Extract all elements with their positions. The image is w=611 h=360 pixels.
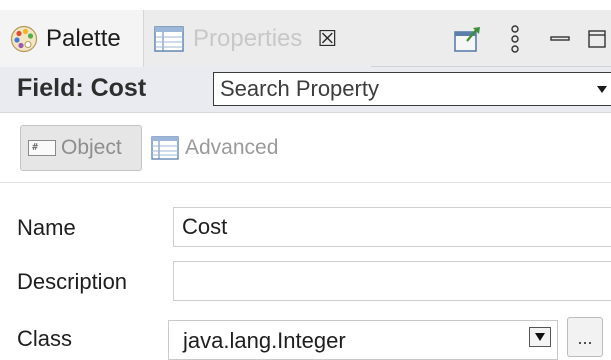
properties-icon [154,25,184,52]
tab-palette[interactable]: Palette [0,10,143,67]
search-property-input[interactable]: Search Property [213,72,611,106]
properties-header: Field: Cost Search Property [0,67,611,113]
property-form: Name Cost Description Class java.lang.In… [0,183,611,360]
tab-advanced[interactable]: Advanced [151,125,278,171]
view-toolbar [453,10,611,67]
name-label: Name [17,215,76,240]
name-field[interactable]: Cost [173,207,611,247]
class-label: Class [17,326,73,351]
tab-label: Palette [46,24,121,52]
description-field[interactable] [173,261,611,301]
tab-advanced-label: Advanced [185,136,279,159]
tab-object-label: Object [61,136,122,159]
view-menu-icon[interactable] [509,24,521,54]
tab-label: Properties [193,24,303,52]
chevron-down-icon[interactable] [597,86,607,93]
object-icon: # [28,140,56,156]
palette-icon [10,25,38,53]
class-select[interactable]: java.lang.Integer [168,320,558,360]
minimize-icon[interactable] [549,28,571,50]
close-icon[interactable]: ☒ [316,26,338,52]
search-placeholder: Search Property [220,76,379,101]
advanced-icon [151,136,179,160]
page-title: Field: Cost [17,74,147,102]
pin-view-icon[interactable] [453,25,483,53]
tab-properties[interactable]: Properties ☒ [143,10,371,67]
window-top-edge [0,0,611,10]
description-label: Description [17,269,128,294]
chevron-down-icon[interactable] [529,327,551,347]
maximize-icon[interactable] [587,28,607,50]
tab-object[interactable]: # Object [20,125,142,171]
property-sections: # Object Advanced [0,113,611,183]
browse-class-button[interactable]: ... [567,317,603,357]
